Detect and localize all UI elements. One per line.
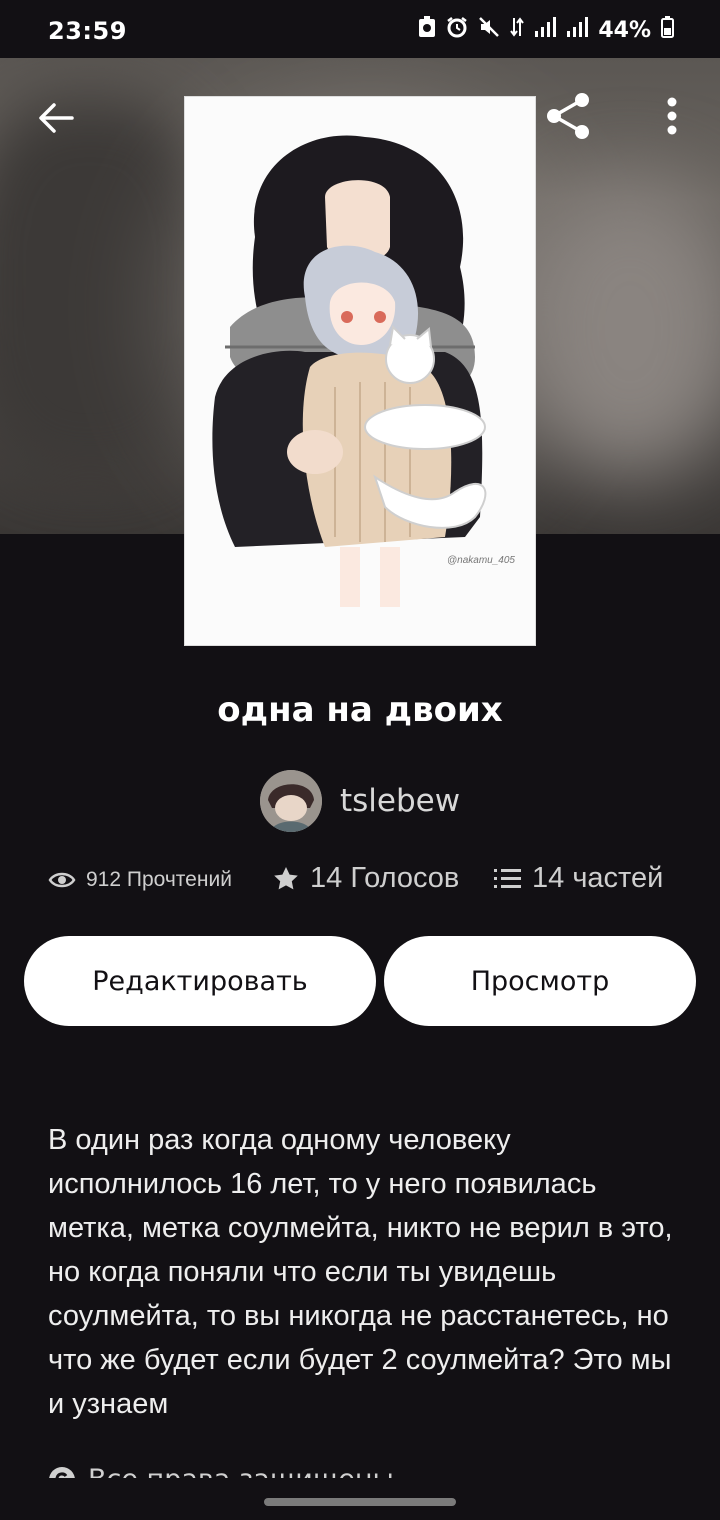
votes-stat: 14 Голосов: [272, 862, 459, 895]
status-icons: 44%: [418, 16, 674, 44]
cover-watermark: @nakamu_405: [447, 555, 515, 566]
reads-count: 912 Прочтений: [86, 868, 232, 891]
eye-icon: [48, 872, 76, 888]
story-stats: 912 Прочтений 14 Голосов 14 частей: [48, 862, 688, 912]
author-row[interactable]: tslebew: [260, 770, 460, 832]
avatar[interactable]: [260, 770, 322, 832]
signal-icon-1: [534, 17, 557, 43]
status-time: 23:59: [48, 17, 127, 45]
share-icon: [547, 93, 589, 139]
list-icon: [494, 868, 521, 888]
preview-button[interactable]: Просмотр: [384, 936, 696, 1026]
story-title: одна на двоих: [217, 690, 503, 730]
more-options-button[interactable]: [648, 90, 696, 142]
parts-count[interactable]: 14 частей: [532, 862, 663, 895]
mute-icon: [478, 16, 500, 44]
star-icon: [274, 866, 298, 889]
author-name[interactable]: tslebew: [340, 783, 460, 819]
parts-stat[interactable]: 14 частей: [494, 862, 663, 895]
story-cover-image[interactable]: @nakamu_405: [184, 96, 536, 646]
arrow-left-icon: [39, 103, 74, 133]
edit-button[interactable]: Редактировать: [24, 936, 376, 1026]
story-description: В один раз когда одному человеку исполни…: [48, 1124, 673, 1420]
home-indicator[interactable]: [264, 1498, 456, 1506]
data-icon: [510, 16, 525, 44]
battery-text: 44%: [598, 17, 651, 43]
reads-stat: 912 Прочтений: [48, 868, 232, 892]
status-bar: 23:59 44%: [0, 0, 720, 58]
recycle-icon: [418, 16, 436, 44]
signal-icon-2: [566, 17, 589, 43]
votes-count: 14 Голосов: [310, 862, 460, 894]
back-button[interactable]: [30, 92, 82, 144]
battery-icon: [661, 16, 674, 44]
alarm-icon: [446, 16, 468, 44]
more-vertical-icon: [667, 97, 677, 135]
share-button[interactable]: [540, 88, 596, 144]
